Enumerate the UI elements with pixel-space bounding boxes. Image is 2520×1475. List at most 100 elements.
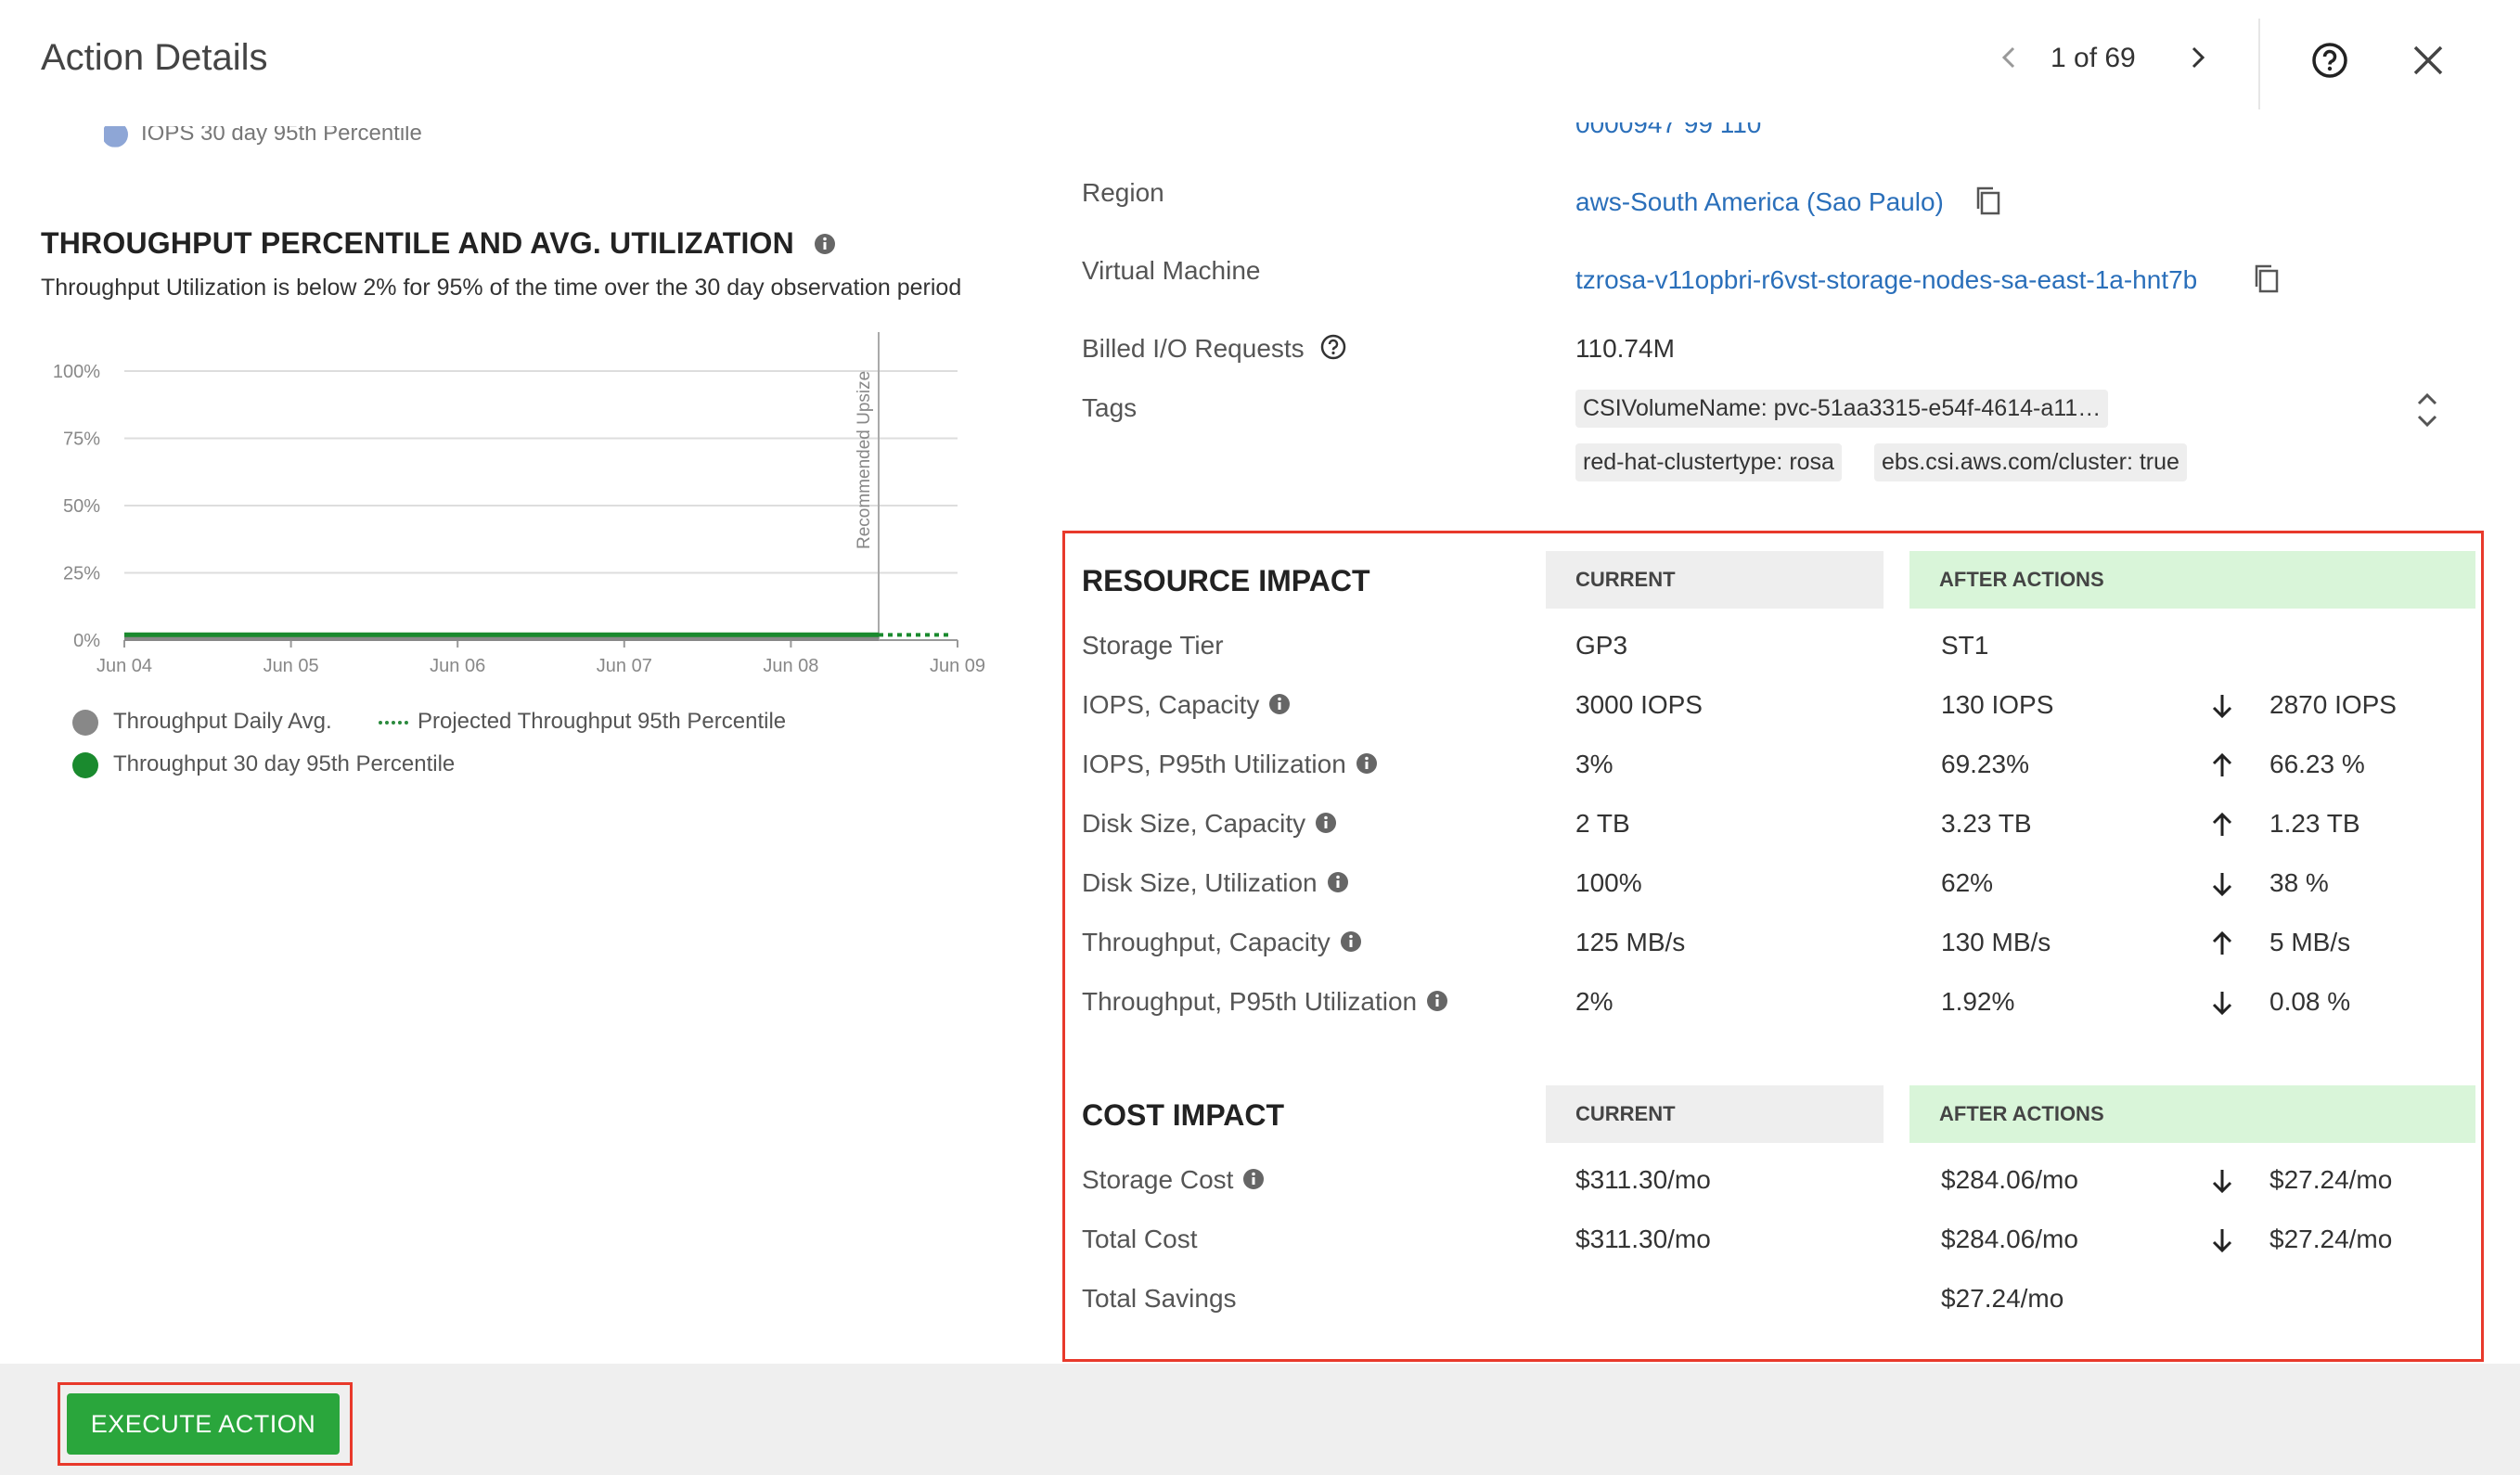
- impact-row-label: Total Cost: [1082, 1225, 1198, 1253]
- x-tick-label: Jun 08: [763, 656, 818, 676]
- after-actions-column-header: AFTER ACTIONS: [1909, 551, 2475, 609]
- after-value: 69.23%: [1941, 750, 2029, 778]
- current-value: GP3: [1575, 631, 1628, 660]
- arrow-down-icon: [2210, 1226, 2234, 1254]
- impact-row-label: Disk Size, Capacity: [1082, 809, 1337, 840]
- legend-item-projected: Projected Throughput 95th Percentile: [379, 709, 786, 735]
- impact-row-label: IOPS, P95th Utilization: [1082, 750, 1378, 781]
- tag-chip: red-hat-clustertype: rosa: [1575, 443, 1842, 481]
- info-icon[interactable]: [1268, 692, 1291, 722]
- info-icon[interactable]: [1315, 811, 1337, 840]
- current-value: $311.30/mo: [1575, 1225, 1711, 1253]
- help-circle-icon[interactable]: [2310, 41, 2349, 80]
- info-icon[interactable]: [1426, 989, 1448, 1019]
- copy-icon[interactable]: [1974, 186, 2002, 217]
- marker-label: Recommended Upsize: [855, 371, 874, 549]
- arrow-up-icon: [2210, 751, 2234, 779]
- delta-value: 5 MB/s: [2269, 928, 2351, 956]
- region-label: Region: [1082, 178, 1164, 207]
- throughput-chart: 0% 25% 50% 75% 100% Jun 04 Jun 05 Jun 06 Jun 07 J…: [53, 332, 985, 676]
- impact-row-label: Total Savings: [1082, 1284, 1237, 1313]
- delta-value: $27.24/mo: [2269, 1225, 2393, 1253]
- expand-collapse-icon[interactable]: [2412, 390, 2442, 430]
- execute-action-button[interactable]: EXECUTE ACTION: [67, 1393, 340, 1455]
- x-tick-label: Jun 09: [930, 656, 985, 676]
- impact-row-label: Storage Tier: [1082, 631, 1224, 660]
- impact-row-label: IOPS, Capacity: [1082, 690, 1291, 722]
- delta-value: 2870 IOPS: [2269, 690, 2397, 719]
- x-tick-label: Jun 04: [96, 656, 152, 676]
- vm-link[interactable]: tzrosa-v11opbri-r6vst-storage-nodes-sa-e…: [1575, 265, 2197, 295]
- current-value: 100%: [1575, 868, 1642, 897]
- y-tick-label: 75%: [63, 430, 100, 450]
- help-circle-icon[interactable]: [1320, 334, 1346, 366]
- after-value: $284.06/mo: [1941, 1225, 2078, 1253]
- current-value: 2%: [1575, 987, 1614, 1016]
- impact-row-label: Throughput, P95th Utilization: [1082, 987, 1448, 1019]
- legend-dash-icon: [379, 720, 408, 725]
- legend-item-p95: Throughput 30 day 95th Percentile: [72, 751, 455, 778]
- info-icon[interactable]: [1327, 870, 1349, 900]
- tag-chip: CSIVolumeName: pvc-51aa3315-e54f-4614-a1…: [1575, 390, 2109, 428]
- current-value: 3000 IOPS: [1575, 690, 1703, 719]
- after-value: 130 IOPS: [1941, 690, 2054, 719]
- delta-value: 66.23 %: [2269, 750, 2365, 778]
- current-value: 3%: [1575, 750, 1614, 778]
- region-link[interactable]: aws-South America (Sao Paulo): [1575, 187, 1944, 217]
- info-icon[interactable]: [1242, 1167, 1265, 1197]
- copy-icon[interactable]: [2253, 263, 2281, 295]
- chart-title: THROUGHPUT PERCENTILE AND AVG. UTILIZATI…: [41, 226, 836, 263]
- dialog-footer: [0, 1364, 2520, 1475]
- current-value: 2 TB: [1575, 809, 1630, 838]
- info-icon[interactable]: [814, 228, 836, 263]
- impact-row-label: Disk Size, Utilization: [1082, 868, 1349, 900]
- arrow-up-icon: [2210, 811, 2234, 839]
- header-divider: [2258, 19, 2260, 109]
- chart-subtitle: Throughput Utilization is below 2% for 9…: [41, 275, 962, 301]
- tag-chip: ebs.csi.aws.com/cluster: true: [1874, 443, 2187, 481]
- pager-indicator: 1 of 69: [2051, 43, 2136, 73]
- y-tick-label: 100%: [53, 362, 100, 382]
- current-value: $311.30/mo: [1575, 1165, 1711, 1194]
- x-tick-label: Jun 06: [430, 656, 485, 676]
- info-icon[interactable]: [1340, 930, 1362, 959]
- billed-io-value: 110.74M: [1575, 334, 1675, 363]
- info-icon[interactable]: [1356, 751, 1378, 781]
- y-tick-label: 50%: [63, 496, 100, 517]
- current-column-header: CURRENT: [1546, 1085, 1884, 1143]
- arrow-down-icon: [2210, 692, 2234, 720]
- legend-dot-icon: [104, 125, 128, 148]
- impact-row-label: Storage Cost: [1082, 1165, 1265, 1197]
- arrow-down-icon: [2210, 1167, 2234, 1195]
- close-icon[interactable]: [2409, 41, 2448, 80]
- vm-label: Virtual Machine: [1082, 256, 1261, 285]
- dialog-header: Action Details 1 of 69: [0, 0, 2520, 122]
- after-value: 1.92%: [1941, 987, 2015, 1016]
- after-value: $27.24/mo: [1941, 1284, 2064, 1313]
- cost-impact-title: COST IMPACT: [1082, 1098, 1285, 1132]
- delta-value: $27.24/mo: [2269, 1165, 2393, 1194]
- after-value: 130 MB/s: [1941, 928, 2051, 956]
- legend-dot-icon: [72, 751, 98, 778]
- y-tick-label: 25%: [63, 564, 100, 584]
- page-title: Action Details: [41, 37, 268, 78]
- arrow-down-icon: [2210, 870, 2234, 898]
- after-value: ST1: [1941, 631, 1989, 660]
- arrow-up-icon: [2210, 930, 2234, 957]
- chart-top-legend-item: IOPS 30 day 95th Percentile: [104, 125, 422, 148]
- impact-row-label: Throughput, Capacity: [1082, 928, 1362, 959]
- chevron-right-icon[interactable]: [2179, 39, 2216, 76]
- after-value: $284.06/mo: [1941, 1165, 2078, 1194]
- legend-item-daily-avg: Throughput Daily Avg.: [72, 709, 332, 736]
- delta-value: 38 %: [2269, 868, 2329, 897]
- resource-impact-title: RESOURCE IMPACT: [1082, 564, 1370, 597]
- delta-value: 1.23 TB: [2269, 809, 2360, 838]
- current-column-header: CURRENT: [1546, 551, 1884, 609]
- legend-dot-icon: [72, 709, 98, 736]
- after-value: 62%: [1941, 868, 1994, 897]
- billed-io-label: Billed I/O Requests: [1082, 334, 1346, 366]
- chevron-left-icon[interactable]: [1991, 39, 2028, 76]
- arrow-down-icon: [2210, 989, 2234, 1017]
- x-tick-label: Jun 07: [597, 656, 652, 676]
- current-value: 125 MB/s: [1575, 928, 1686, 956]
